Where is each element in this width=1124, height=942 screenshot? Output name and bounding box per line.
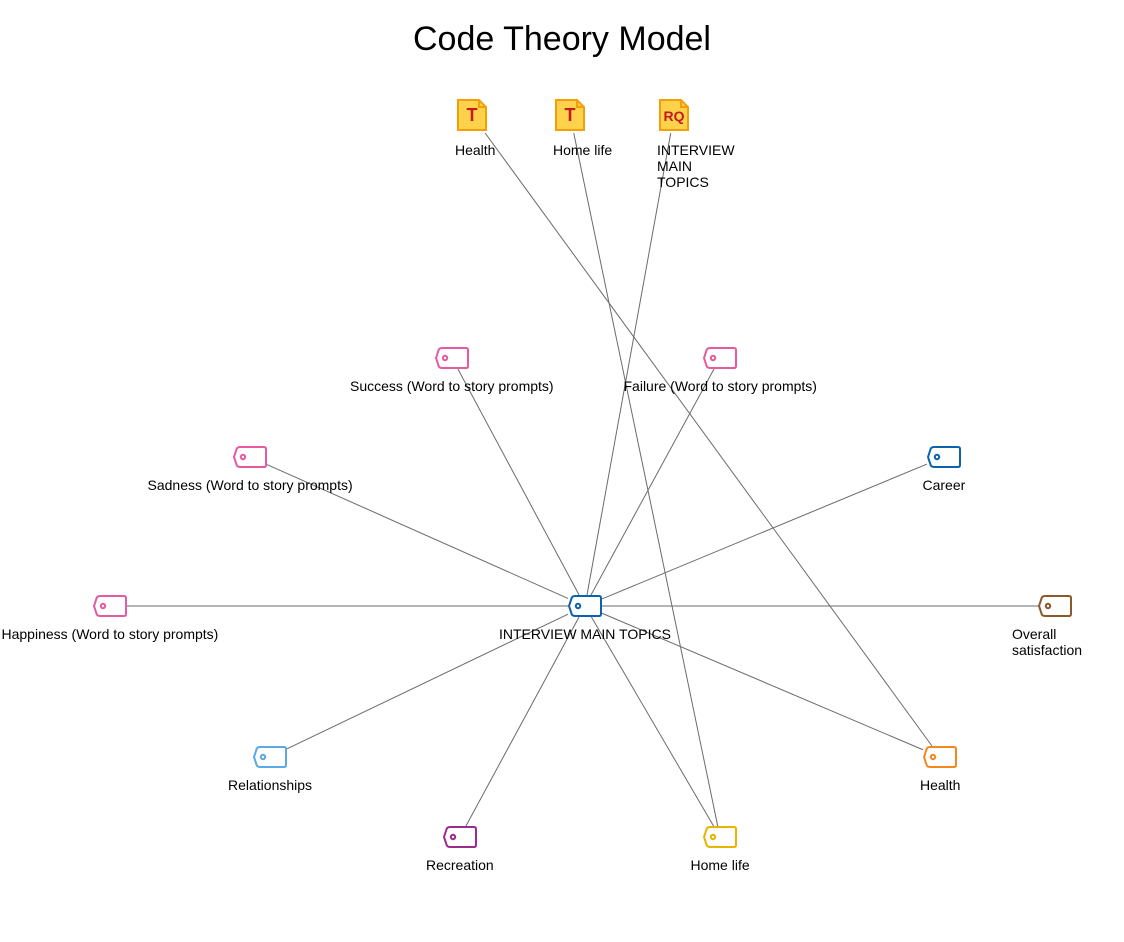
diagram-title: Code Theory Model	[0, 20, 1124, 59]
edge	[458, 369, 579, 595]
tag-icon	[923, 746, 963, 773]
edge	[591, 369, 714, 595]
node-label: INTERVIEW MAIN TOPICS	[657, 142, 735, 190]
edge	[574, 133, 718, 826]
node-health_bot[interactable]: Health	[923, 746, 963, 793]
tag-icon	[233, 446, 438, 473]
node-rq_top[interactable]: RQ INTERVIEW MAIN TOPICS	[657, 97, 735, 190]
node-label: Failure (Word to story prompts)	[624, 378, 817, 394]
node-label: Overall satisfaction	[1012, 626, 1098, 658]
node-imt[interactable]: INTERVIEW MAIN TOPICS	[568, 595, 740, 642]
node-label: Home life	[553, 142, 612, 158]
node-success[interactable]: Success (Word to story prompts)	[435, 347, 639, 394]
node-label: Health	[920, 777, 960, 793]
tag-icon	[443, 826, 511, 853]
node-label: Happiness (Word to story prompts)	[2, 626, 219, 642]
node-label: Health	[455, 142, 495, 158]
edge	[602, 464, 927, 599]
node-sadness[interactable]: Sadness (Word to story prompts)	[233, 446, 438, 493]
svg-text:RQ: RQ	[664, 108, 685, 124]
tag-icon	[703, 826, 762, 853]
tag-icon	[435, 347, 639, 374]
node-homelife_top[interactable]: T Home life	[553, 97, 612, 158]
node-label: Sadness (Word to story prompts)	[148, 477, 353, 493]
tag-icon	[93, 595, 310, 622]
node-label: Home life	[691, 857, 750, 873]
tag-icon	[703, 347, 896, 374]
node-label: Relationships	[228, 777, 312, 793]
doc-icon: T	[553, 97, 612, 138]
doc-icon: RQ	[657, 97, 735, 138]
tag-icon	[1038, 595, 1124, 622]
doc-icon: T	[455, 97, 495, 138]
edge	[591, 617, 713, 826]
node-overall[interactable]: Overall satisfaction	[1038, 595, 1124, 658]
edge	[485, 133, 932, 746]
node-label: Career	[923, 477, 966, 493]
tag-icon	[927, 446, 970, 473]
svg-text:T: T	[467, 105, 478, 125]
svg-text:T: T	[565, 105, 576, 125]
node-failure[interactable]: Failure (Word to story prompts)	[703, 347, 896, 394]
node-happiness[interactable]: Happiness (Word to story prompts)	[93, 595, 310, 642]
node-label: INTERVIEW MAIN TOPICS	[499, 626, 671, 642]
node-recreation[interactable]: Recreation	[443, 826, 511, 873]
node-homelife_bot[interactable]: Home life	[703, 826, 762, 873]
edge	[466, 617, 579, 826]
node-relationships[interactable]: Relationships	[253, 746, 337, 793]
tag-icon	[568, 595, 740, 622]
node-label: Success (Word to story prompts)	[350, 378, 554, 394]
node-label: Recreation	[426, 857, 494, 873]
tag-icon	[253, 746, 337, 773]
node-career[interactable]: Career	[927, 446, 970, 493]
node-health_top[interactable]: T Health	[455, 97, 495, 158]
